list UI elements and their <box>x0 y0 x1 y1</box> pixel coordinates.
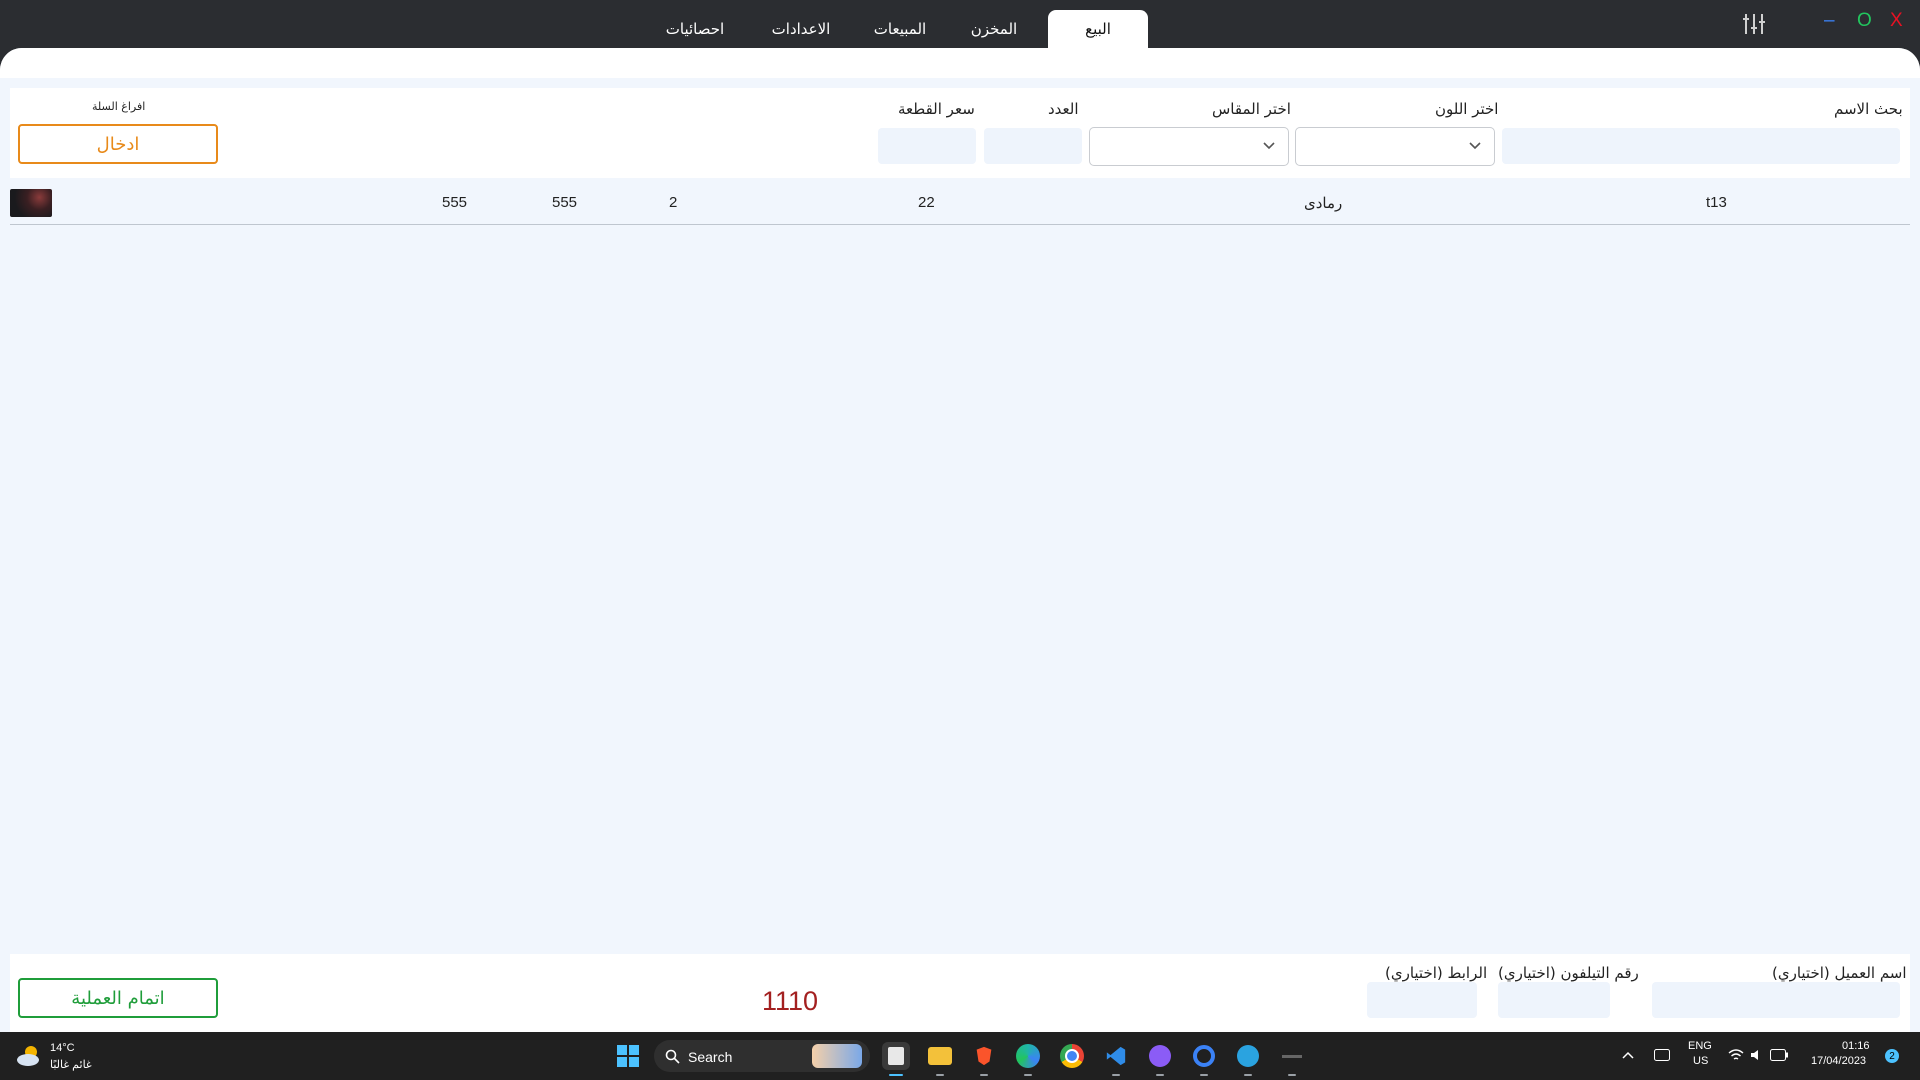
clock-time: 01:16 <box>1842 1040 1870 1052</box>
customer-name-input[interactable] <box>1652 982 1900 1018</box>
phone-input[interactable] <box>1498 982 1610 1018</box>
empty-cart-link[interactable]: افراغ السلة <box>92 100 145 113</box>
taskbar-search[interactable]: Search <box>654 1040 870 1072</box>
cart-total: 1110 <box>762 986 819 1016</box>
search-name-label: بحث الاسم <box>1834 100 1903 118</box>
volume-icon <box>1751 1050 1758 1060</box>
wifi-icon <box>1728 1049 1744 1060</box>
weather-temp: 14°C <box>50 1042 75 1054</box>
search-name-input[interactable] <box>1502 128 1900 164</box>
telegram-icon[interactable] <box>1234 1042 1262 1076</box>
tab-sale[interactable]: البيع <box>1048 10 1148 48</box>
enter-button[interactable]: ادخال <box>18 124 218 164</box>
github-icon[interactable] <box>1146 1042 1174 1076</box>
tab-settings[interactable]: الاعدادات <box>756 10 846 48</box>
row-divider <box>10 224 1910 225</box>
cloud-sun-icon <box>17 1046 39 1066</box>
sync-app-icon[interactable] <box>1190 1042 1218 1076</box>
chevron-down-icon <box>1263 142 1275 150</box>
cell-price: 555 <box>552 194 578 211</box>
title-bar: البيع المخزن المبيعات الاعدادات احصائيات… <box>0 0 1920 48</box>
maximize-button[interactable]: O <box>1857 10 1872 32</box>
cell-total: 555 <box>442 194 468 211</box>
close-button[interactable]: X <box>1890 10 1903 32</box>
size-label: اختر المقاس <box>1212 100 1291 118</box>
weather-widget[interactable]: 14°C غائم غالبًا <box>16 1038 106 1074</box>
brave-browser-icon[interactable] <box>970 1042 998 1076</box>
notification-count: 2 <box>1889 1050 1895 1062</box>
color-select[interactable] <box>1295 127 1495 166</box>
product-entry-panel: بحث الاسم اختر اللون اختر المقاس العدد س… <box>10 88 1910 178</box>
language-indicator[interactable]: ENG US <box>1688 1040 1714 1072</box>
lang-top: ENG <box>1688 1040 1712 1052</box>
cell-count: 2 <box>669 194 678 211</box>
count-label: العدد <box>1048 100 1079 118</box>
clock-date: 17/04/2023 <box>1811 1055 1867 1067</box>
size-select[interactable] <box>1089 127 1289 166</box>
price-input[interactable] <box>878 128 976 164</box>
cell-color: رمادى <box>1304 195 1343 212</box>
search-label: Search <box>688 1049 733 1065</box>
weather-text: غائم غالبًا <box>50 1059 92 1071</box>
taskbar-app-icon[interactable] <box>1278 1042 1306 1076</box>
clock[interactable]: 01:16 17/04/2023 <box>1808 1040 1878 1072</box>
taskbar: 14°C غائم غالبًا Search ENG US 01:16 17/… <box>0 1032 1920 1080</box>
cell-size: 22 <box>918 194 935 211</box>
windows-start-icon[interactable] <box>614 1042 642 1070</box>
complete-transaction-button[interactable]: اتمام العملية <box>18 978 218 1018</box>
battery-icon <box>1770 1049 1788 1061</box>
vscode-icon[interactable] <box>1102 1042 1130 1076</box>
app-content: بحث الاسم اختر اللون اختر المقاس العدد س… <box>0 48 1920 1032</box>
minimize-button[interactable]: – <box>1824 10 1835 32</box>
app-icon-active[interactable] <box>882 1042 910 1076</box>
notification-badge[interactable]: 2 <box>1885 1049 1899 1063</box>
count-input[interactable] <box>984 128 1082 164</box>
phone-label: رقم التيلفون (اختياري) <box>1498 964 1639 982</box>
settings-sliders-icon[interactable] <box>1742 13 1766 35</box>
checkout-panel: اسم العميل (اختياري) رقم التيلفون (اختيا… <box>10 954 1910 1032</box>
chevron-down-icon <box>1469 142 1481 150</box>
chevron-up-icon[interactable] <box>1622 1050 1634 1060</box>
color-label: اختر اللون <box>1435 100 1499 118</box>
link-label: الرابط (اختياري) <box>1385 964 1488 982</box>
link-input[interactable] <box>1367 982 1477 1018</box>
price-label: سعر القطعة <box>898 100 975 118</box>
chrome-browser-icon[interactable] <box>1058 1042 1086 1070</box>
lang-bottom: US <box>1693 1055 1709 1067</box>
customer-name-label: اسم العميل (اختياري) <box>1772 964 1907 982</box>
file-explorer-icon[interactable] <box>926 1042 954 1076</box>
edge-browser-icon[interactable] <box>1014 1042 1042 1076</box>
cell-name: t13 <box>1706 194 1727 211</box>
tab-statistics[interactable]: احصائيات <box>650 10 740 48</box>
content-header-strip <box>0 48 1920 78</box>
keyboard-icon[interactable] <box>1654 1049 1670 1061</box>
search-highlight-image <box>812 1044 862 1068</box>
product-thumbnail <box>10 189 52 217</box>
system-tray-status[interactable] <box>1728 1046 1790 1066</box>
search-icon <box>665 1049 680 1064</box>
tab-inventory[interactable]: المخزن <box>954 10 1034 48</box>
tab-sales[interactable]: المبيعات <box>860 10 940 48</box>
